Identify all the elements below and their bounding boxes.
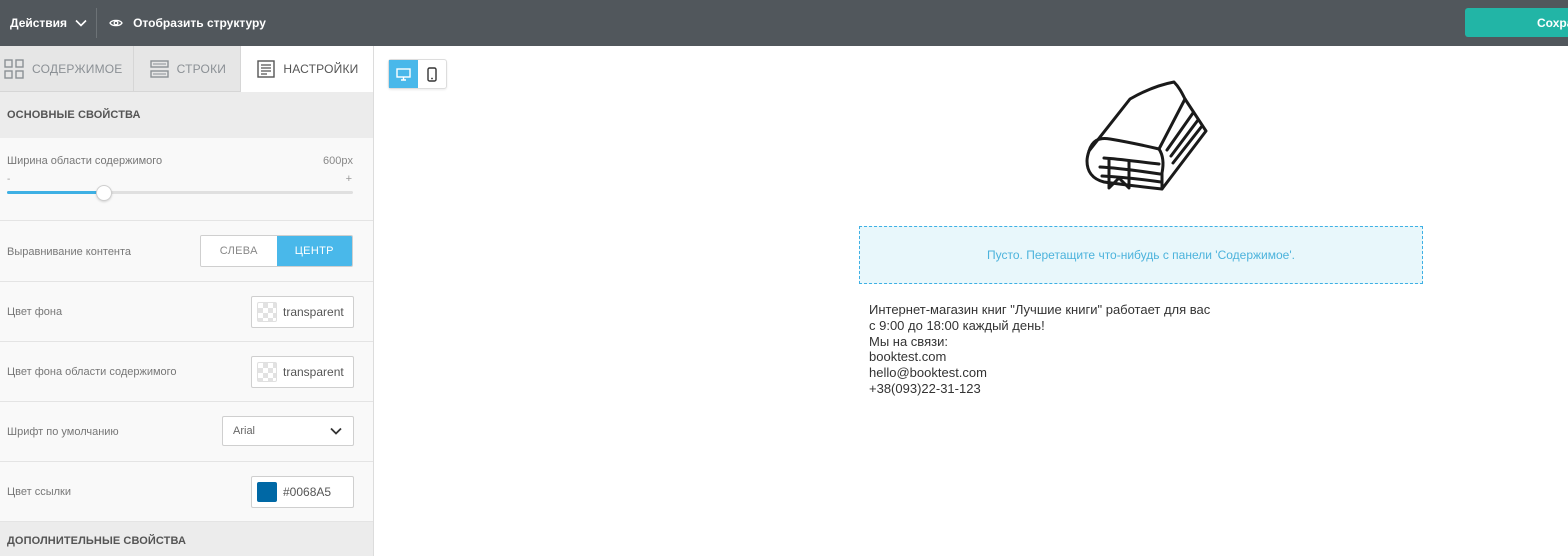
contact-info-text[interactable]: Интернет-магазин книг "Лучшие книги" раб… bbox=[869, 302, 1210, 397]
content-width-label: Ширина области содержимого bbox=[7, 155, 163, 167]
tab-content-label: СОДЕРЖИМОЕ bbox=[32, 61, 123, 76]
content-width-row: Ширина области содержимого 600px - + bbox=[0, 138, 373, 221]
settings-doc-icon bbox=[257, 60, 276, 78]
mobile-icon bbox=[427, 66, 437, 82]
tab-settings[interactable]: НАСТРОЙКИ bbox=[241, 46, 373, 92]
default-font-select[interactable]: Arial bbox=[222, 416, 354, 446]
link-color-picker[interactable]: #0068A5 bbox=[251, 476, 354, 508]
info-line: hello@booktest.com bbox=[869, 365, 987, 381]
rows-icon bbox=[149, 59, 169, 78]
alignment-row: Выравнивание контента СЛЕВА ЦЕНТР bbox=[0, 221, 373, 282]
extra-properties-header: ДОПОЛНИТЕЛЬНЫЕ СВОЙСТВА bbox=[0, 522, 373, 556]
chevron-down-icon bbox=[75, 19, 87, 27]
top-toolbar: Действия Отобразить структуру Сохра bbox=[0, 0, 1568, 46]
transparent-swatch bbox=[257, 362, 277, 382]
align-center-button[interactable]: ЦЕНТР bbox=[276, 236, 352, 266]
slider-thumb[interactable] bbox=[95, 185, 112, 201]
background-color-label: Цвет фона bbox=[7, 306, 63, 318]
actions-menu-button[interactable]: Действия bbox=[0, 0, 96, 46]
save-button[interactable]: Сохра bbox=[1465, 8, 1568, 37]
info-line: booktest.com bbox=[869, 349, 947, 365]
tab-settings-label: НАСТРОЙКИ bbox=[283, 62, 359, 76]
show-structure-label: Отобразить структуру bbox=[133, 16, 266, 30]
content-background-color-picker[interactable]: transparent bbox=[251, 356, 354, 388]
sidebar-tabs: СОДЕРЖИМОЕ СТРОКИ НАСТРОЙКИ bbox=[0, 46, 373, 92]
mobile-view-button[interactable] bbox=[418, 60, 447, 88]
tab-content[interactable]: СОДЕРЖИМОЕ bbox=[0, 46, 134, 92]
slider-max-symbol: + bbox=[345, 173, 352, 185]
info-line: Мы на связи: bbox=[869, 333, 948, 349]
default-font-value: Arial bbox=[233, 425, 256, 437]
info-line: +38(093)22-31-123 bbox=[869, 380, 981, 396]
alignment-toggle: СЛЕВА ЦЕНТР bbox=[200, 235, 353, 267]
tab-rows-label: СТРОКИ bbox=[176, 61, 227, 76]
default-font-label: Шрифт по умолчанию bbox=[7, 426, 119, 438]
link-color-row: Цвет ссылки #0068A5 bbox=[0, 462, 373, 522]
desktop-icon bbox=[396, 67, 411, 81]
background-color-value: transparent bbox=[283, 305, 344, 319]
content-background-color-value: transparent bbox=[283, 365, 344, 379]
content-width-value: 600px bbox=[323, 155, 353, 167]
slider-fill bbox=[7, 191, 104, 194]
show-structure-button[interactable]: Отобразить структуру bbox=[97, 16, 266, 30]
slider-min-symbol: - bbox=[7, 174, 11, 185]
link-color-swatch bbox=[257, 482, 277, 502]
transparent-swatch bbox=[257, 302, 277, 322]
info-line: Интернет-магазин книг "Лучшие книги" раб… bbox=[869, 302, 1211, 317]
content-background-color-row: Цвет фона области содержимого transparen… bbox=[0, 342, 373, 402]
grid-icon bbox=[4, 58, 24, 79]
actions-label: Действия bbox=[10, 16, 68, 30]
device-toggle bbox=[388, 59, 447, 89]
chevron-down-icon bbox=[330, 427, 342, 435]
content-background-color-label: Цвет фона области содержимого bbox=[7, 366, 177, 378]
alignment-label: Выравнивание контента bbox=[7, 246, 132, 258]
background-color-picker[interactable]: transparent bbox=[251, 296, 354, 328]
settings-sidebar: СОДЕРЖИМОЕ СТРОКИ НАСТРОЙКИ ОСНОВНЫЕ СВО… bbox=[0, 46, 374, 556]
eye-icon bbox=[109, 19, 123, 27]
align-left-button[interactable]: СЛЕВА bbox=[201, 236, 277, 266]
content-width-slider[interactable] bbox=[7, 191, 353, 194]
default-font-row: Шрифт по умолчанию Arial bbox=[0, 402, 373, 462]
main-properties-header: ОСНОВНЫЕ СВОЙСТВА bbox=[0, 92, 373, 138]
book-logo-icon bbox=[1085, 80, 1208, 191]
desktop-view-button[interactable] bbox=[389, 60, 418, 88]
background-color-row: Цвет фона transparent bbox=[0, 282, 373, 342]
info-line: с 9:00 до 18:00 каждый день! bbox=[869, 317, 1045, 333]
link-color-value: #0068A5 bbox=[283, 485, 332, 499]
editor-canvas: Пусто. Перетащите что-нибудь с панели 'С… bbox=[375, 46, 1568, 556]
link-color-label: Цвет ссылки bbox=[7, 486, 71, 498]
tab-rows[interactable]: СТРОКИ bbox=[133, 46, 242, 92]
empty-drop-zone[interactable]: Пусто. Перетащите что-нибудь с панели 'С… bbox=[859, 226, 1423, 284]
